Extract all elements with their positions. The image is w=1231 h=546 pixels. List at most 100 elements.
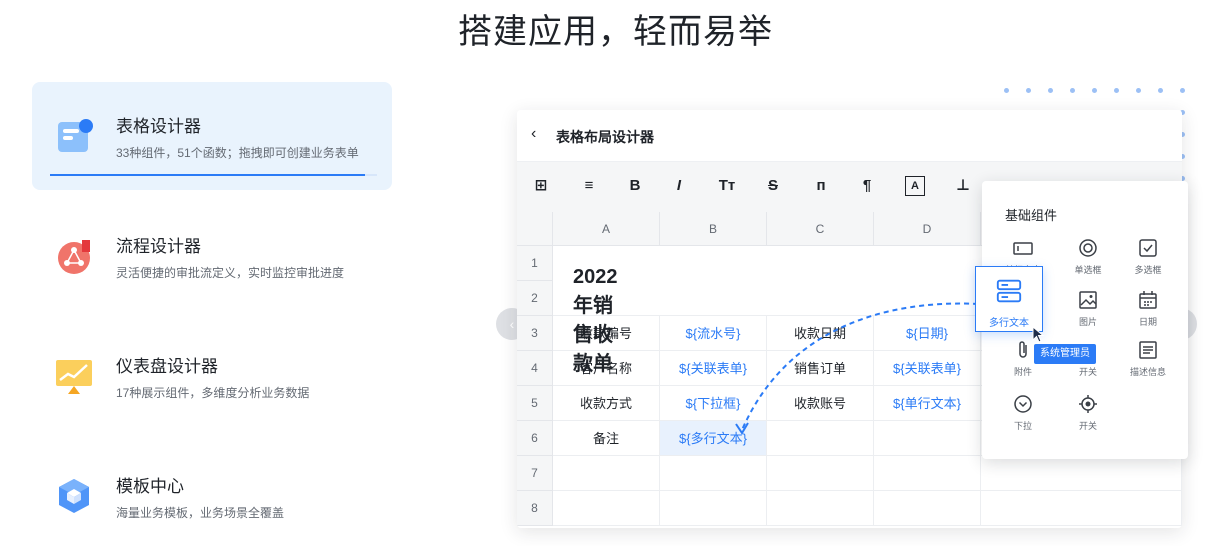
table-cell[interactable]: 备注 (553, 421, 660, 456)
column-header[interactable]: B (660, 212, 767, 246)
table-cell[interactable]: ${关联表单} (660, 351, 767, 386)
table-cell[interactable]: 客户名称 (553, 351, 660, 386)
feature-description: 灵活便捷的审批流定义，实时监控审批进度 (116, 266, 345, 280)
column-header[interactable]: C (767, 212, 874, 246)
feature-table-designer[interactable]: 表格设计器 33种组件，51个函数；拖拽即可创建业务表单 (32, 82, 392, 190)
table-cell[interactable] (981, 456, 1182, 491)
row-header[interactable]: 5 (517, 386, 553, 421)
row-header[interactable]: 3 (517, 316, 553, 351)
column-header[interactable]: D (874, 212, 981, 246)
feature-dashboard-designer[interactable]: 仪表盘设计器 17种展示组件，多维度分析业务数据 (32, 322, 392, 430)
table-cell[interactable]: 收款账号 (767, 386, 874, 421)
table-cell[interactable]: ${单行文本} (874, 386, 981, 421)
dragged-multi-line-text-component[interactable]: 多行文本 (975, 266, 1043, 332)
multi-line-text-icon (996, 279, 1022, 303)
row-header[interactable]: 2 (517, 281, 553, 316)
feature-template-center[interactable]: 模板中心 海量业务模板，业务场景全覆盖 (32, 442, 392, 546)
corner-cell (517, 212, 553, 246)
format-painter-icon[interactable]: ᴨ (811, 176, 831, 196)
table-cell[interactable] (660, 491, 767, 526)
selected-table-cell[interactable]: ${多行文本} (660, 421, 767, 456)
feature-description: 33种组件，51个函数；拖拽即可创建业务表单 (116, 146, 359, 160)
feature-title: 仪表盘设计器 (116, 357, 218, 376)
dot (1092, 88, 1097, 93)
page-headline: 搭建应用，轻而易举 (458, 13, 773, 51)
table-cell[interactable]: ${日期} (874, 316, 981, 351)
row-header[interactable]: 7 (517, 456, 553, 491)
component-label: 下拉 (1013, 421, 1032, 431)
text-box-icon[interactable]: A (905, 176, 925, 196)
panel-title: 基础组件 (1005, 208, 1058, 223)
back-icon[interactable]: ‹ (531, 125, 536, 143)
table-cell[interactable] (553, 491, 660, 526)
feature-description: 海量业务模板，业务场景全覆盖 (116, 506, 285, 520)
component-checkbox[interactable]: 多选框 (1123, 237, 1173, 283)
table-cell[interactable]: 收款方式 (553, 386, 660, 421)
calendar-icon (1139, 291, 1157, 309)
table-cell[interactable] (767, 491, 874, 526)
insert-table-icon[interactable]: ⊞ (531, 176, 551, 196)
table-cell[interactable]: ${流水号} (660, 316, 767, 351)
feature-title: 流程设计器 (116, 237, 201, 256)
font-size-icon[interactable]: Tт (717, 176, 737, 196)
table-cell[interactable]: 销售订单 (767, 351, 874, 386)
table-designer-icon (58, 119, 93, 152)
attachment-icon (1019, 341, 1027, 358)
location-icon (1079, 395, 1097, 413)
mouse-cursor-icon (1032, 326, 1045, 343)
dashboard-designer-icon (56, 360, 92, 394)
component-dropdown[interactable]: 下拉 (998, 393, 1048, 439)
component-label: 附件 (1013, 367, 1032, 377)
user-tooltip: 系统管理员 (1034, 344, 1096, 364)
editor-title: 表格布局设计器 (556, 129, 654, 145)
row-header[interactable]: 6 (517, 421, 553, 456)
component-image[interactable]: 图片 (1063, 289, 1113, 335)
editor-header: ‹ 表格布局设计器 (517, 110, 1182, 162)
table-cell[interactable] (660, 456, 767, 491)
checkbox-icon (1139, 239, 1157, 257)
table-cell[interactable]: ${下拉框} (660, 386, 767, 421)
image-icon (1079, 291, 1097, 309)
table-cell[interactable]: ${关联表单} (874, 351, 981, 386)
paragraph-icon[interactable]: ¶ (857, 176, 877, 196)
feature-progress-bar (50, 174, 377, 176)
template-center-icon (59, 479, 89, 513)
align-icon[interactable]: ≡ (579, 176, 599, 196)
table-cell[interactable] (767, 421, 874, 456)
table-cell[interactable] (874, 491, 981, 526)
dot (1004, 88, 1009, 93)
table-cell[interactable]: 收款编号 (553, 316, 660, 351)
dot (1048, 88, 1053, 93)
dot (1180, 88, 1185, 93)
component-location[interactable]: 开关 (1063, 393, 1113, 439)
table-cell[interactable]: 收款日期 (767, 316, 874, 351)
component-date[interactable]: 日期 (1123, 289, 1173, 335)
component-label: 图片 (1078, 317, 1097, 327)
table-cell[interactable] (874, 456, 981, 491)
table-cell[interactable] (981, 491, 1182, 526)
bold-icon[interactable]: B (625, 176, 645, 196)
dot (1026, 88, 1031, 93)
row-header[interactable]: 8 (517, 491, 553, 526)
feature-workflow-designer[interactable]: 流程设计器 灵活便捷的审批流定义，实时监控审批进度 (32, 202, 392, 310)
row-header[interactable]: 4 (517, 351, 553, 386)
italic-icon[interactable]: I (669, 176, 689, 196)
component-radio[interactable]: 单选框 (1063, 237, 1113, 283)
component-description[interactable]: 描述信息 (1123, 339, 1173, 385)
component-label: 多选框 (1134, 265, 1162, 275)
feature-title: 表格设计器 (116, 117, 201, 136)
table-cell[interactable] (874, 421, 981, 456)
dot (1158, 88, 1163, 93)
table-cell[interactable] (553, 456, 660, 491)
row-header[interactable]: 1 (517, 246, 553, 281)
vertical-align-icon[interactable]: ⊥ (953, 176, 973, 196)
dot (1070, 88, 1075, 93)
strikethrough-icon[interactable]: S (763, 176, 783, 196)
component-label: 开关 (1078, 367, 1097, 377)
column-header[interactable]: A (553, 212, 660, 246)
table-cell[interactable] (767, 456, 874, 491)
component-label: 开关 (1078, 421, 1097, 431)
single-line-text-icon (1013, 242, 1033, 255)
workflow-designer-icon (58, 240, 90, 274)
component-label: 单选框 (1074, 265, 1102, 275)
